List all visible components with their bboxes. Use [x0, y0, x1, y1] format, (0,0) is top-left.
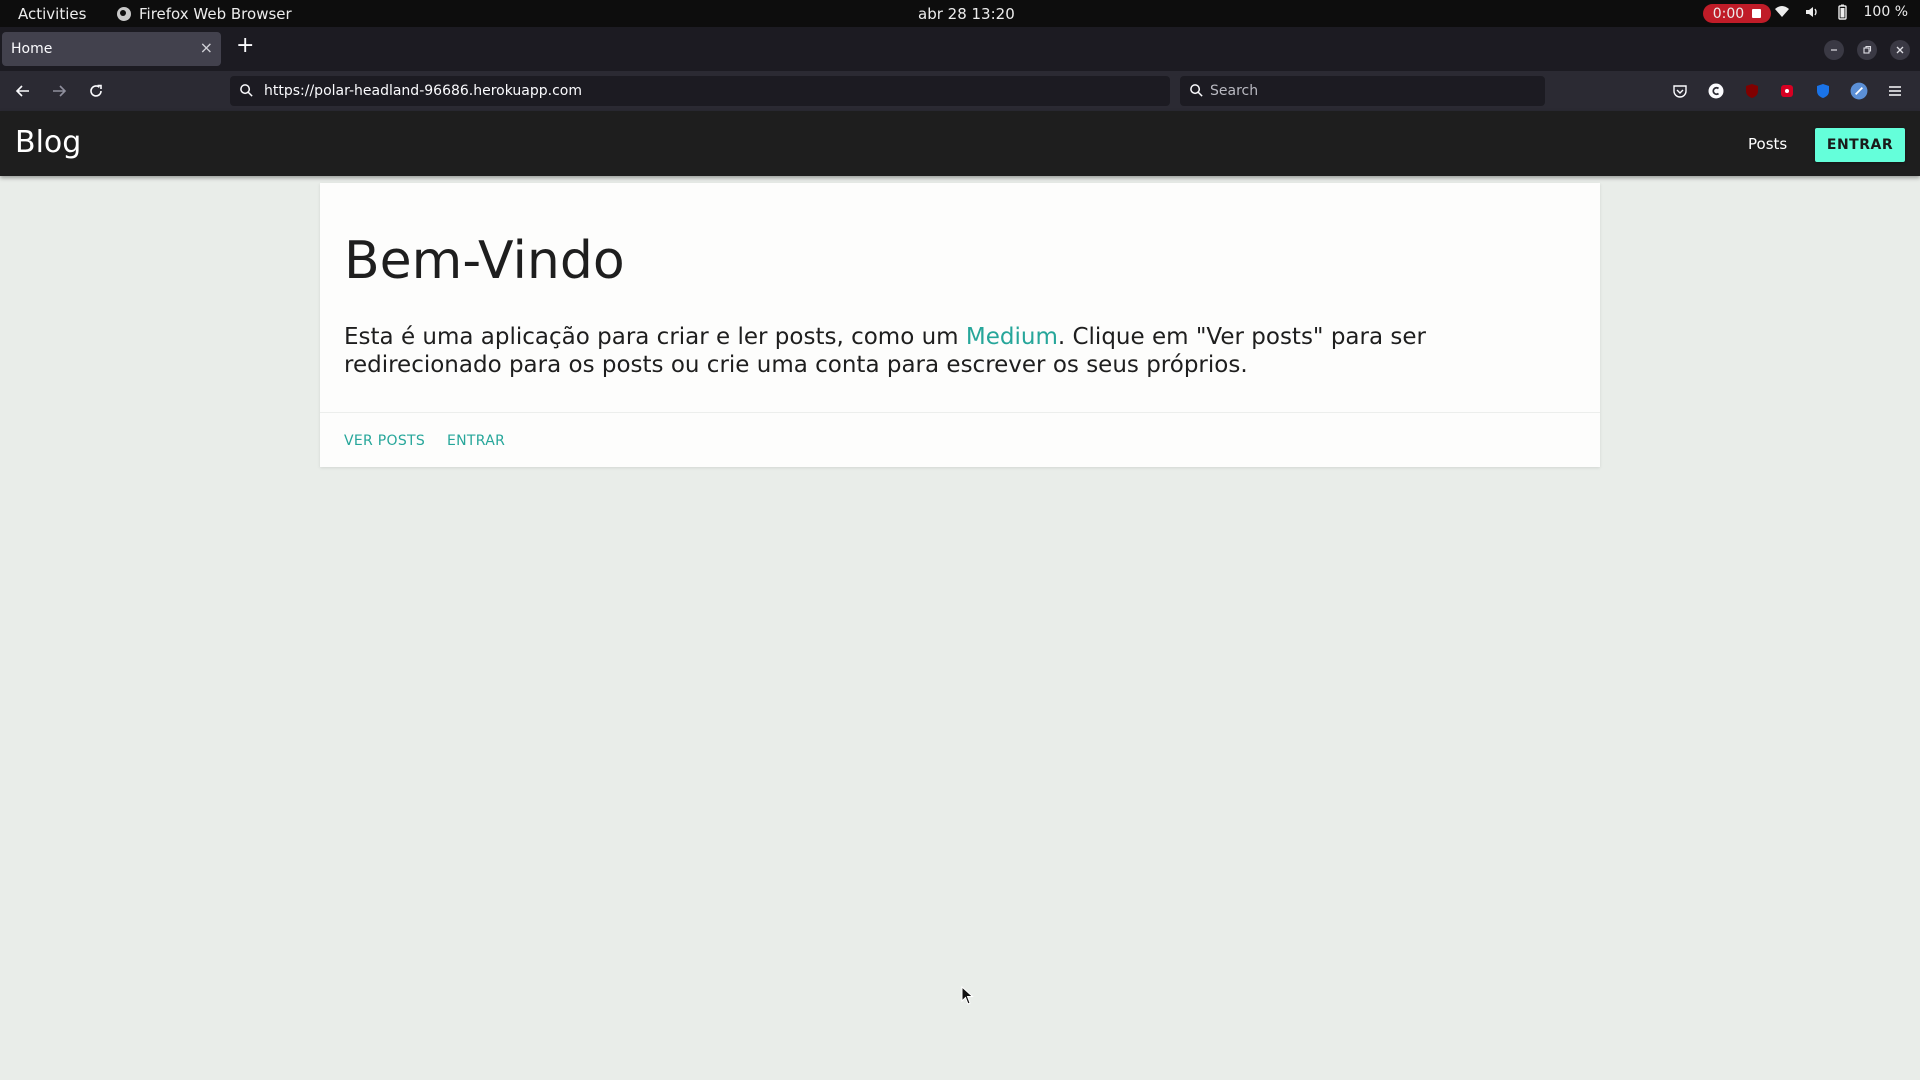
- card-actions: VER POSTS ENTRAR: [320, 412, 1600, 468]
- window-close-icon[interactable]: [1890, 40, 1910, 60]
- nav-entrar-button[interactable]: ENTRAR: [1815, 128, 1905, 162]
- url-text: https://polar-headland-96686.herokuapp.c…: [264, 83, 582, 99]
- recording-time: 0:00: [1712, 5, 1745, 22]
- system-tray[interactable]: 100 %: [1774, 4, 1908, 20]
- account-icon[interactable]: [1849, 81, 1869, 101]
- wifi-icon: [1774, 6, 1789, 17]
- navigation-toolbar: https://polar-headland-96686.herokuapp.c…: [0, 71, 1920, 112]
- stop-icon: [1752, 9, 1762, 18]
- screen-recording-indicator[interactable]: 0:00: [1703, 4, 1771, 23]
- tab-title: Home: [11, 41, 53, 57]
- menu-icon[interactable]: [1885, 81, 1905, 101]
- activities-button[interactable]: Activities: [18, 5, 86, 23]
- clock[interactable]: abr 28 13:20: [918, 5, 1015, 23]
- tab-close-icon[interactable]: ×: [200, 38, 213, 57]
- mouse-cursor-icon: [961, 986, 974, 1005]
- web-page: Blog Posts ENTRAR Bem-Vindo Esta é uma a…: [0, 111, 1920, 1080]
- minimize-icon[interactable]: [1824, 40, 1844, 60]
- welcome-description: Esta é uma aplicação para criar e ler po…: [344, 323, 1574, 379]
- back-icon[interactable]: [12, 80, 34, 102]
- app-name: Firefox Web Browser: [139, 5, 292, 23]
- battery-icon: [1837, 4, 1847, 20]
- entrar-link[interactable]: ENTRAR: [447, 433, 505, 449]
- medium-link[interactable]: Medium: [966, 324, 1058, 350]
- search-placeholder: Search: [1210, 83, 1259, 99]
- firefox-icon: [117, 7, 131, 21]
- nav-posts-link[interactable]: Posts: [1748, 135, 1787, 153]
- app-menu[interactable]: Firefox Web Browser: [117, 5, 292, 23]
- search-bar[interactable]: Search: [1180, 76, 1545, 106]
- ver-posts-link[interactable]: VER POSTS: [344, 433, 425, 449]
- pocket-icon[interactable]: [1670, 81, 1690, 101]
- restore-icon[interactable]: [1857, 40, 1877, 60]
- volume-icon: [1805, 7, 1817, 17]
- site-brand[interactable]: Blog: [15, 125, 81, 160]
- tab-home[interactable]: Home ×: [2, 32, 221, 66]
- search-icon: [240, 84, 253, 97]
- forward-icon[interactable]: [48, 80, 70, 102]
- new-tab-button[interactable]: +: [236, 35, 254, 57]
- battery-percent: 100 %: [1863, 4, 1908, 20]
- url-bar[interactable]: https://polar-headland-96686.herokuapp.c…: [230, 76, 1170, 106]
- tab-bar: Home ×: [0, 27, 1920, 71]
- system-top-bar: Activities Firefox Web Browser abr 28 13…: [0, 0, 1920, 27]
- extension-c-icon[interactable]: [1706, 81, 1726, 101]
- search-icon: [1190, 84, 1203, 97]
- welcome-card: Bem-Vindo Esta é uma aplicação para cria…: [320, 183, 1600, 467]
- site-header: Blog Posts ENTRAR: [0, 111, 1920, 176]
- description-text-start: Esta é uma aplicação para criar e ler po…: [344, 324, 966, 350]
- reload-icon[interactable]: [85, 80, 107, 102]
- page-title: Bem-Vindo: [344, 231, 625, 291]
- red-extension-icon[interactable]: [1777, 81, 1797, 101]
- shield-icon[interactable]: [1813, 81, 1833, 101]
- ublock-icon[interactable]: [1742, 81, 1762, 101]
